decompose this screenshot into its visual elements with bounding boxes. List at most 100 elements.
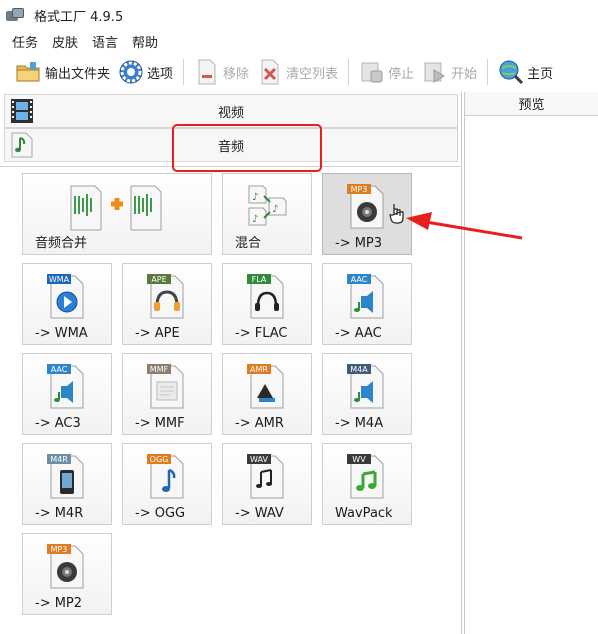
category-video[interactable]: 视频 — [4, 94, 458, 128]
start-button[interactable]: 开始 — [418, 57, 481, 87]
tile-wav[interactable]: WAV -> WAV — [222, 443, 312, 525]
window-title: 格式工厂 4.9.5 — [34, 9, 124, 25]
start-label: 开始 — [451, 66, 478, 82]
title-bar: 格式工厂 4.9.5 — [0, 0, 598, 30]
badge-text: MP3 — [351, 185, 368, 194]
badge-text: MMF — [150, 365, 169, 374]
hand-pointer-icon — [389, 202, 405, 227]
badge-text: AAC — [351, 275, 368, 284]
clear-list-button[interactable]: 清空列表 — [253, 57, 342, 87]
menu-help[interactable]: 帮助 — [132, 32, 158, 51]
tile-m4r[interactable]: M4R -> M4R — [22, 443, 112, 525]
remove-label: 移除 — [223, 66, 250, 82]
tile-ogg[interactable]: OGG -> OGG — [122, 443, 212, 525]
tile-label: -> OGG — [135, 506, 186, 521]
music-note-icon — [9, 132, 35, 158]
tile-label: -> WMA — [35, 326, 88, 341]
menu-language[interactable]: 语言 — [92, 32, 118, 51]
notes-document-icon: WAV — [247, 452, 287, 500]
preview-panel: 预览 — [464, 92, 598, 634]
toolbar-separator — [487, 59, 489, 85]
tile-label: -> M4A — [335, 416, 384, 431]
tile-wavpack[interactable]: WV WavPack — [322, 443, 412, 525]
clear-list-label: 清空列表 — [286, 66, 339, 82]
clear-list-icon — [257, 59, 283, 85]
badge-text: AAC — [51, 365, 68, 374]
badge-text: OGG — [150, 455, 169, 464]
tile-label: WavPack — [335, 506, 393, 521]
tile-label: -> WAV — [235, 506, 284, 521]
badge-text: AMR — [250, 365, 268, 374]
home-label: 主页 — [527, 66, 554, 82]
tile-label: -> AMR — [235, 416, 284, 431]
audio-format-grid: 音频合并 ♪ ♪ ♪ 混合 MP3 -> MP3 WMA -> WMA APE … — [0, 166, 460, 634]
headphones-document-icon: APE — [147, 272, 187, 320]
note-speaker-document-icon: AAC — [47, 362, 87, 410]
toolbar-separator — [348, 59, 350, 85]
stop-label: 停止 — [388, 66, 415, 82]
tile-ac3[interactable]: AAC -> AC3 — [22, 353, 112, 435]
category-video-label: 视频 — [217, 105, 244, 121]
format-panel: 视频 音频 音频合并 ♪ ♪ ♪ 混合 MP3 -> MP3 WMA -> WM… — [0, 92, 462, 634]
badge-text: MP3 — [51, 545, 68, 554]
toolbar: 输出文件夹 选项 移除 清空列表 停止 开始 主页 — [0, 54, 598, 90]
note-speaker-document-icon: AAC — [347, 272, 387, 320]
note-document-icon: OGG — [147, 452, 187, 500]
tile-label: -> AC3 — [35, 416, 81, 431]
film-icon — [9, 98, 35, 124]
highlight-box — [172, 124, 322, 172]
tile-mp3[interactable]: MP3 -> MP3 — [322, 173, 412, 255]
app-icon — [6, 7, 24, 23]
tile-audio-merge[interactable]: 音频合并 — [22, 173, 212, 255]
home-button[interactable]: 主页 — [494, 57, 557, 87]
svg-text:♪: ♪ — [252, 192, 258, 203]
tile-mmf[interactable]: MMF -> MMF — [122, 353, 212, 435]
preview-header: 预览 — [465, 92, 598, 116]
tile-label: -> FLAC — [235, 326, 288, 341]
tile-label: -> AAC — [335, 326, 382, 341]
tile-label: -> MMF — [135, 416, 185, 431]
stop-icon — [359, 59, 385, 85]
gear-icon — [118, 59, 144, 85]
options-button[interactable]: 选项 — [114, 57, 177, 87]
globe-search-icon — [498, 59, 524, 85]
tile-label: -> MP2 — [35, 596, 83, 611]
tile-flac[interactable]: FLA -> FLAC — [222, 263, 312, 345]
tile-amr[interactable]: AMR -> AMR — [222, 353, 312, 435]
menu-task[interactable]: 任务 — [12, 32, 38, 51]
play-icon — [422, 59, 448, 85]
amr-document-icon: AMR — [247, 362, 287, 410]
badge-text: WMA — [49, 275, 70, 284]
stop-button[interactable]: 停止 — [355, 57, 418, 87]
tile-label: 音频合并 — [35, 236, 88, 251]
mmf-document-icon: MMF — [147, 362, 187, 410]
tile-wma[interactable]: WMA -> WMA — [22, 263, 112, 345]
tile-label: -> APE — [135, 326, 180, 341]
badge-text: FLA — [252, 275, 267, 284]
tile-label: -> M4R — [35, 506, 84, 521]
headset-document-icon: FLA — [247, 272, 287, 320]
remove-button[interactable]: 移除 — [190, 57, 253, 87]
options-label: 选项 — [147, 66, 174, 82]
menu-bar: 任务 皮肤 语言 帮助 — [0, 30, 598, 52]
tile-ape[interactable]: APE -> APE — [122, 263, 212, 345]
audio-merge-icon — [67, 184, 167, 232]
tile-aac[interactable]: AAC -> AAC — [322, 263, 412, 345]
tile-mp2[interactable]: MP3 -> MP2 — [22, 533, 112, 615]
play-document-icon: WMA — [47, 272, 87, 320]
speaker-document-icon: MP3 — [47, 542, 87, 590]
menu-skin[interactable]: 皮肤 — [52, 32, 78, 51]
tile-label: 混合 — [235, 236, 262, 251]
tile-m4a[interactable]: M4A -> M4A — [322, 353, 412, 435]
tile-label: -> MP3 — [335, 236, 383, 251]
svg-text:♪: ♪ — [252, 214, 258, 225]
output-folder-label: 输出文件夹 — [45, 66, 111, 82]
badge-text: APE — [151, 275, 166, 284]
mix-icon: ♪ ♪ ♪ — [247, 182, 287, 230]
speaker-document-icon: MP3 — [347, 182, 387, 230]
tile-mix[interactable]: ♪ ♪ ♪ 混合 — [222, 173, 312, 255]
note-speaker-document-icon: M4A — [347, 362, 387, 410]
output-folder-button[interactable]: 输出文件夹 — [12, 57, 114, 87]
svg-text:♪: ♪ — [272, 204, 278, 215]
badge-text: WAV — [250, 455, 268, 464]
